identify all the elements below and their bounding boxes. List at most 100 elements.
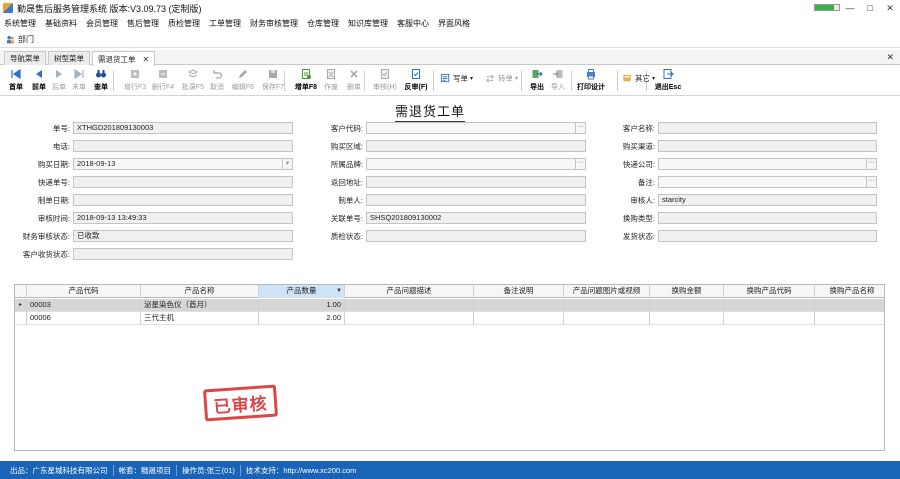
table-cell[interactable]: 00003 [27,299,141,312]
page-title: 需退货工单 [395,101,466,124]
close-icon[interactable]: ✕ [143,55,150,64]
column-header[interactable]: 产品代码 [27,285,141,298]
ellipsis-icon[interactable]: ··· [575,159,585,169]
remark-field[interactable]: ··· [658,176,877,188]
toolbar-button-4[interactable]: 查单 [88,68,114,92]
ellipsis-icon[interactable]: ··· [866,159,876,169]
table-cell[interactable]: 1.00 [259,299,345,312]
toolbar-button-6[interactable]: 删行F4 [146,68,180,92]
toolbar-button-17[interactable]: 导入 [545,68,571,92]
product-grid[interactable]: 产品代码 产品名称 产品数量 ▼ 产品问题描述 备注说明 产品问题图片或视频 换购金额 换购产品… [14,284,885,451]
minimize-button[interactable]: — [840,0,860,16]
menu-warehouse[interactable]: 仓库管理 [307,18,339,29]
ship-status-field[interactable] [658,230,877,242]
column-header[interactable]: 换购产品代码 [724,285,815,298]
field-value: 2018-09-13 13:49:33 [77,213,147,222]
table-cell[interactable] [345,312,474,325]
table-cell[interactable] [564,312,650,325]
column-header[interactable]: 产品名称 [141,285,259,298]
menu-after-sales[interactable]: 售后管理 [127,18,159,29]
column-header[interactable]: 产品问题描述 [345,285,474,298]
toolbar-button-15[interactable]: 反审(F) [399,68,433,92]
menu-finance-audit[interactable]: 财务审核管理 [250,18,298,29]
table-cell[interactable] [815,299,884,312]
column-header[interactable]: 换购产品名称 [815,285,884,298]
table-cell[interactable] [724,299,815,312]
order-no-field[interactable]: XTHGD201809130003 [73,122,293,134]
table-cell[interactable] [345,299,474,312]
customer-name-field[interactable] [658,122,877,134]
courier-field[interactable]: ··· [658,158,877,170]
column-header[interactable]: 产品数量 ▼ [259,285,345,298]
table-cell[interactable]: 三代主机 [141,312,259,325]
chevron-down-icon[interactable]: ▼ [282,159,292,169]
table-cell[interactable]: 2.00 [259,312,345,325]
menu-system[interactable]: 系统管理 [4,18,36,29]
menu-basic-data[interactable]: 基础资料 [45,18,77,29]
table-cell[interactable] [815,312,884,325]
table-cell[interactable] [474,299,564,312]
table-row[interactable]: ▸ 00003 泌星染色仪（酋月） 1.00 [15,299,884,312]
close-all-tabs-icon[interactable]: ✕ [886,52,894,63]
table-cell[interactable] [564,299,650,312]
table-cell[interactable]: 00006 [27,312,141,325]
related-no-field[interactable]: SHSQ201809130002 [366,212,586,224]
dept-bar: 部门 [0,32,900,48]
tab-label: 需退货工单 [98,54,136,64]
creator-label: 制单人: [338,196,363,205]
table-cell[interactable] [650,312,724,325]
column-header[interactable]: 换购金额 [650,285,724,298]
exit-icon [663,69,674,79]
finance-status-field[interactable]: 已收款 [73,230,293,242]
qc-status-field[interactable] [366,230,586,242]
related-no-label: 关联单号: [330,214,363,223]
menu-service-center[interactable]: 客服中心 [397,18,429,29]
table-row[interactable]: 00006 三代主机 2.00 [15,312,884,325]
dept-label[interactable]: 部门 [18,34,34,45]
toolbar-dropdown-0[interactable]: 写单 ▾ [440,73,473,84]
purchase-date-field[interactable]: 2018-09-13 ▼ [73,158,293,170]
maximize-button[interactable]: □ [860,0,880,16]
ellipsis-icon[interactable]: ··· [866,177,876,187]
tab-nav-menu[interactable]: 导航菜单 [4,51,46,65]
tab-tree-menu[interactable]: 树型菜单 [48,51,90,65]
tracking-no-field[interactable] [73,176,293,188]
phone-field[interactable] [73,140,293,152]
toolbar-button-19[interactable]: 退出Esc [651,68,685,92]
close-window-button[interactable]: ✕ [880,0,900,16]
toolbar-button-label: 打印设计 [577,84,605,91]
table-cell[interactable] [474,312,564,325]
receive-status-field[interactable] [73,248,293,260]
menu-member[interactable]: 会员管理 [86,18,118,29]
menu-theme[interactable]: 界面风格 [438,18,470,29]
table-cell[interactable] [650,299,724,312]
exchange-type-field[interactable] [658,212,877,224]
table-cell[interactable]: 泌星染色仪（酋月） [141,299,259,312]
toolbar-button-18[interactable]: 打印设计 [574,68,608,92]
purchase-region-field[interactable] [366,140,586,152]
toolbar-button-14[interactable]: 审核(H) [368,68,402,92]
ellipsis-icon[interactable]: ··· [575,123,585,133]
auditor-field[interactable]: starcity [658,194,877,206]
tab-return-workorder[interactable]: 需退货工单 ✕ [92,51,156,66]
column-header[interactable]: 产品问题图片或视频 [564,285,650,298]
purchase-channel-field[interactable] [658,140,877,152]
return-address-field[interactable] [366,176,586,188]
purchase-region-label: 购买区域: [330,142,363,151]
toolbar-button-label: 作废 [324,84,338,91]
column-header[interactable]: 备注说明 [474,285,564,298]
toolbar-dropdown-2[interactable]: 其它 ▾ [622,73,655,84]
creator-date-field[interactable] [73,194,293,206]
toolbar-dropdown-1[interactable]: 转单 ▾ [485,73,518,84]
creator-field[interactable] [366,194,586,206]
table-cell[interactable] [724,312,815,325]
menu-quality[interactable]: 质检管理 [168,18,200,29]
other-icon [623,74,631,82]
menu-knowledge[interactable]: 知识库管理 [348,18,388,29]
audit-time-field[interactable]: 2018-09-13 13:49:33 [73,212,293,224]
toolbar-button-9[interactable]: 编辑F6 [226,68,260,92]
brand-field[interactable]: ··· [366,158,586,170]
menu-workorder[interactable]: 工单管理 [209,18,241,29]
void-icon [327,69,335,79]
customer-code-field[interactable]: ··· [366,122,586,134]
